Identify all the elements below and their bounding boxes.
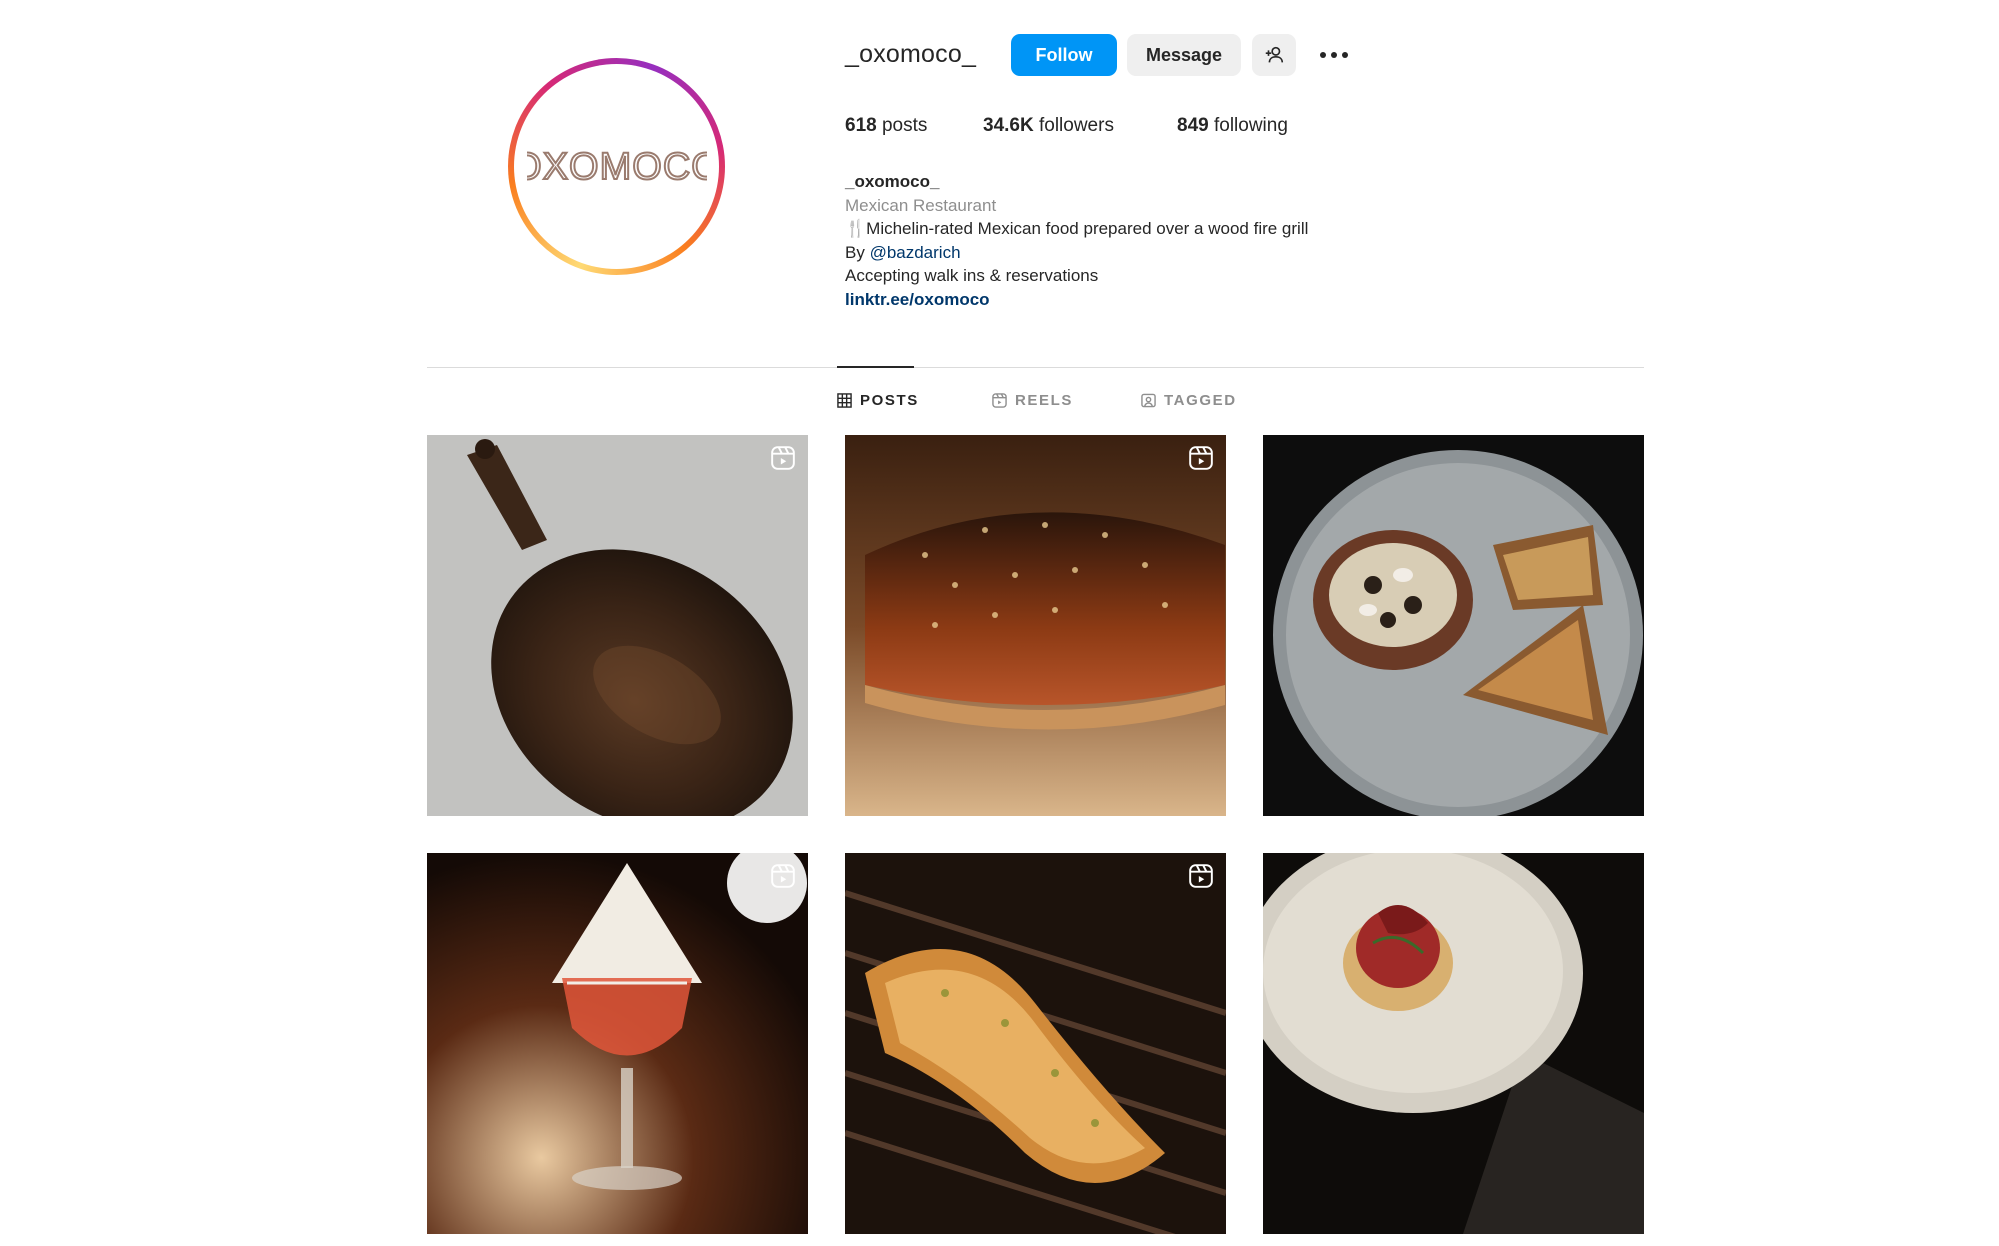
bio-line-by: By @bazdarich xyxy=(845,241,1308,265)
tab-reels-label: REELS xyxy=(1015,392,1074,409)
more-options-button[interactable] xyxy=(1318,40,1350,70)
grid-icon xyxy=(837,393,852,408)
bio-line-description: 🍴Michelin-rated Mexican food prepared ov… xyxy=(845,219,1309,238)
following-count-label: following xyxy=(1213,115,1288,136)
bio-line-reservations: Accepting walk ins & reservations xyxy=(845,266,1099,285)
reel-icon xyxy=(771,864,795,888)
tagged-icon xyxy=(1141,393,1156,408)
message-button[interactable]: Message xyxy=(1127,34,1241,76)
active-tab-indicator xyxy=(837,366,914,368)
reel-icon xyxy=(1189,864,1213,888)
add-person-icon xyxy=(1265,46,1284,63)
post-tile-cocktail[interactable] xyxy=(427,853,808,1234)
reel-icon xyxy=(1189,446,1213,470)
post-image-tostada-on-plate xyxy=(1263,853,1644,1234)
tab-posts[interactable]: POSTS xyxy=(837,392,919,409)
post-image-grilled-shrimp xyxy=(845,853,1226,1234)
posts-count: 618 posts xyxy=(845,115,927,137)
reels-icon xyxy=(992,393,1007,408)
profile-page: OXOMOCO _oxomoco_ Follow Message 618 pos… xyxy=(0,0,1999,1246)
followers-count-value: 34.6K xyxy=(983,115,1034,136)
profile-username: _oxomoco_ xyxy=(845,40,977,68)
bio-category: Mexican Restaurant xyxy=(845,195,997,215)
bio-external-link[interactable]: linktr.ee/oxomoco xyxy=(845,288,1308,312)
post-tile-tostada-plate[interactable] xyxy=(1263,853,1644,1234)
followers-count[interactable]: 34.6K followers xyxy=(983,115,1114,137)
profile-bio: _oxomoco_ Mexican Restaurant 🍴Michelin-r… xyxy=(845,170,1308,311)
tab-posts-label: POSTS xyxy=(860,392,919,409)
post-tile-shrimp[interactable] xyxy=(845,853,1226,1234)
suggested-accounts-button[interactable] xyxy=(1252,34,1296,76)
bio-by-prefix: By xyxy=(845,242,870,262)
tab-tagged-label: TAGGED xyxy=(1164,392,1237,409)
oxomoco-logo: OXOMOCO xyxy=(527,145,707,189)
tab-reels[interactable]: REELS xyxy=(992,392,1073,409)
post-image-grilled-chicken xyxy=(427,435,808,816)
more-horizontal-icon xyxy=(1320,52,1348,58)
post-image-tostada xyxy=(845,435,1226,816)
bio-name: _oxomoco_ xyxy=(845,172,940,191)
story-ring[interactable]: OXOMOCO xyxy=(508,58,725,275)
bio-mention-link[interactable]: @bazdarich xyxy=(870,243,961,262)
posts-count-value: 618 xyxy=(845,115,877,136)
tabs-divider xyxy=(427,367,1644,368)
posts-count-label: posts xyxy=(881,115,928,136)
post-tile-chicken[interactable] xyxy=(427,435,808,816)
svg-text:OXOMOCO: OXOMOCO xyxy=(527,146,707,188)
tab-tagged[interactable]: TAGGED xyxy=(1141,392,1237,409)
followers-count-label: followers xyxy=(1038,115,1114,136)
following-count[interactable]: 849 following xyxy=(1177,115,1288,137)
post-tile-plate[interactable] xyxy=(1263,435,1644,816)
post-tile-tostada[interactable] xyxy=(845,435,1226,816)
post-image-bowl-and-toast xyxy=(1263,435,1644,816)
reel-icon xyxy=(771,446,795,470)
post-image-cocktail xyxy=(427,853,808,1234)
follow-button[interactable]: Follow xyxy=(1011,34,1117,76)
following-count-value: 849 xyxy=(1177,115,1209,136)
avatar[interactable]: OXOMOCO xyxy=(514,64,719,269)
